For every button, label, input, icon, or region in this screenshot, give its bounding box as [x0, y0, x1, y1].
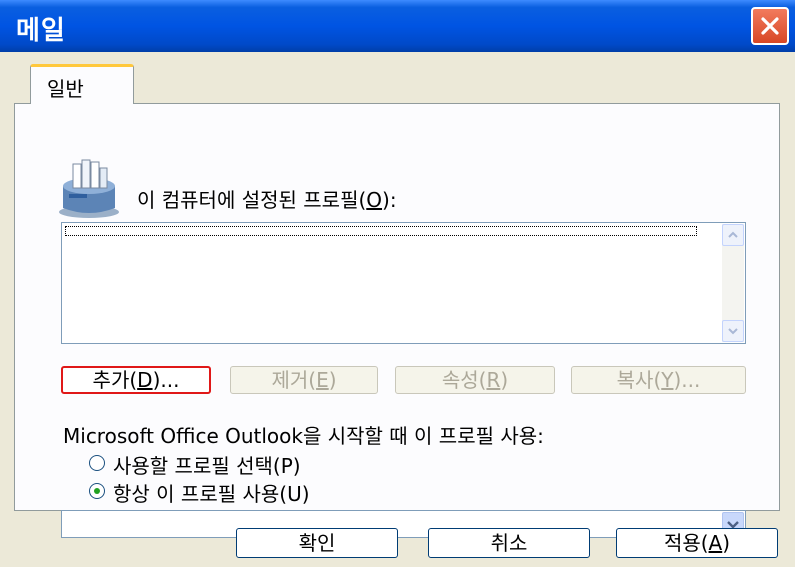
- profiles-label-prefix: 이 컴퓨터에 설정된 프로필(: [137, 188, 367, 212]
- window-title: 메일: [16, 16, 66, 46]
- scroll-down-button[interactable]: [722, 320, 744, 342]
- copy-button-hotkey: Y: [661, 368, 674, 392]
- remove-button-suffix: ): [328, 368, 337, 392]
- apply-button-prefix: 적용(: [663, 531, 709, 555]
- apply-button[interactable]: 적용(A): [616, 528, 778, 558]
- scroll-up-button[interactable]: [722, 224, 744, 246]
- startup-profile-label: Microsoft Office Outlook을 시작할 때 이 프로필 사용…: [63, 424, 544, 448]
- apply-button-hotkey: A: [708, 531, 723, 555]
- list-focus-rect: [65, 226, 697, 236]
- copy-button-suffix: )...: [673, 368, 701, 392]
- apply-button-suffix: ): [722, 531, 731, 555]
- profile-icon: [59, 159, 119, 218]
- profiles-label-hotkey: O: [366, 188, 383, 212]
- profiles-list-scrollbar[interactable]: [722, 224, 744, 342]
- tab-general[interactable]: 일반: [30, 64, 134, 104]
- copy-button-prefix: 복사(: [616, 368, 662, 392]
- profiles-list[interactable]: [61, 222, 746, 344]
- add-profile-button[interactable]: 추가(D)...: [61, 366, 211, 394]
- profiles-label-suffix: ):: [382, 188, 397, 212]
- properties-button-suffix: ): [500, 368, 509, 392]
- tab-general-label: 일반: [47, 77, 84, 101]
- title-bar[interactable]: 메일: [0, 0, 795, 52]
- tab-panel-general: 이 컴퓨터에 설정된 프로필(O): 추가(D)... 제거(E) 속성(R) …: [14, 103, 780, 538]
- dialog-content: 일반 이 컴퓨터에 설정된 프로필(O): 추가(D)... 제거(E) 속성(…: [0, 52, 795, 567]
- close-icon: [761, 17, 779, 35]
- properties-button[interactable]: 속성(R): [395, 366, 555, 394]
- close-button[interactable]: [751, 7, 789, 45]
- copy-profile-button[interactable]: 복사(Y)...: [571, 366, 746, 394]
- radio-always-use-profile-label: 항상 이 프로필 사용(U): [113, 482, 310, 506]
- chevron-up-icon: [728, 231, 738, 238]
- remove-profile-button[interactable]: 제거(E): [230, 366, 378, 394]
- remove-button-prefix: 제거(: [271, 368, 317, 392]
- ok-button[interactable]: 확인: [236, 528, 398, 558]
- radio-prompt-profile-label: 사용할 프로필 선택(P): [113, 454, 301, 478]
- mail-dialog: 메일 일반 이 컴퓨터에 설정된 프로필(O): 추가(D)... 제거(E) …: [0, 0, 795, 567]
- cancel-button[interactable]: 취소: [428, 528, 590, 558]
- add-button-prefix: 추가(: [92, 368, 138, 392]
- properties-button-hotkey: R: [486, 368, 501, 392]
- radio-always-use-profile-button[interactable]: [89, 483, 105, 499]
- profiles-label: 이 컴퓨터에 설정된 프로필(O):: [137, 184, 397, 213]
- chevron-down-icon: [728, 328, 738, 335]
- add-button-suffix: )...: [152, 368, 180, 392]
- add-button-hotkey: D: [137, 368, 153, 392]
- remove-button-hotkey: E: [316, 368, 329, 392]
- radio-prompt-profile-button[interactable]: [89, 455, 105, 471]
- properties-button-prefix: 속성(: [441, 368, 487, 392]
